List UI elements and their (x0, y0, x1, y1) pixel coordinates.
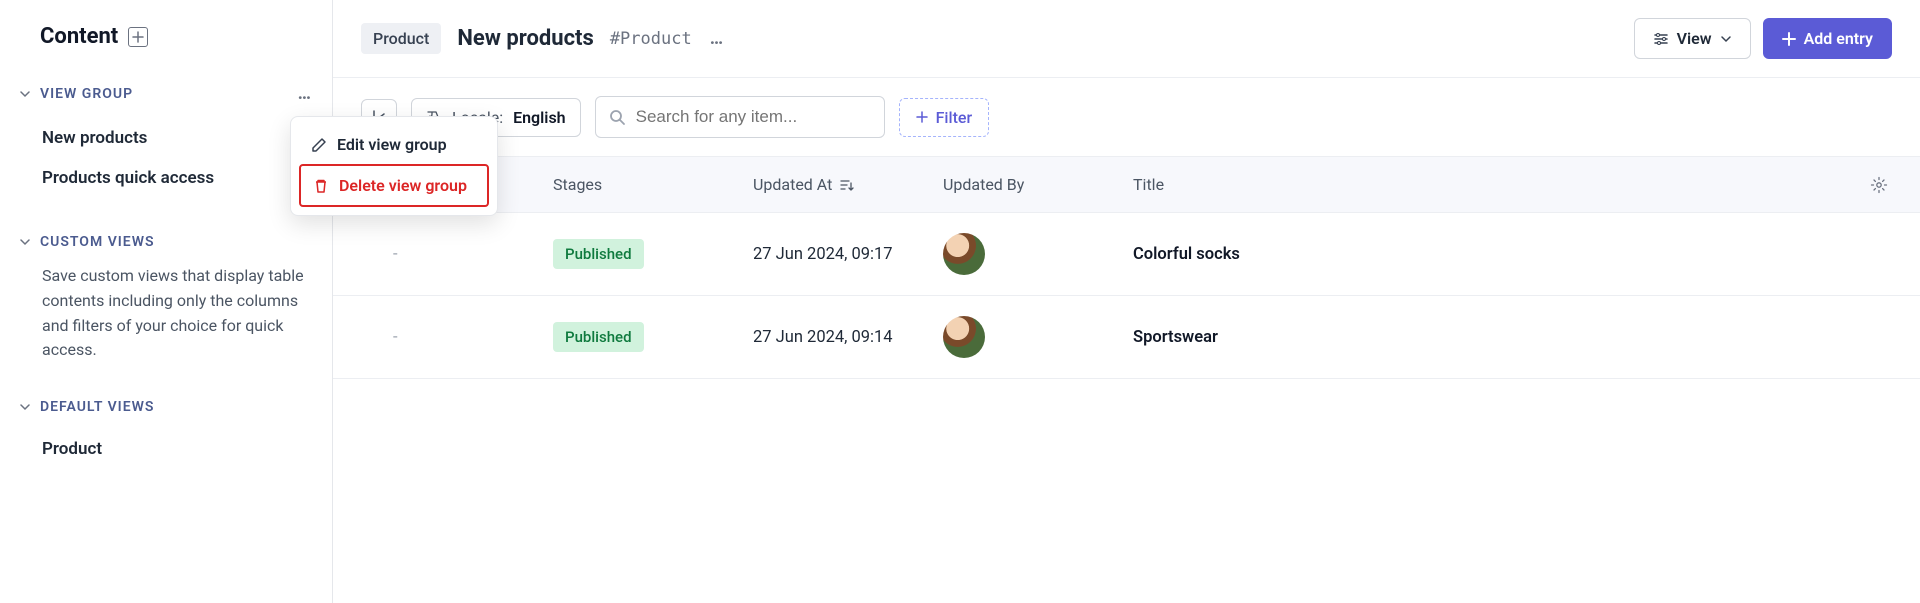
sidebar-item-new-products[interactable]: New products (20, 118, 312, 158)
section-heading-label: CUSTOM VIEWS (40, 234, 155, 250)
page-title: New products (457, 26, 593, 51)
view-label: View (1677, 29, 1712, 48)
toolbar: Locale: English Filter (333, 78, 1920, 156)
model-hash: #Product (610, 29, 692, 49)
sliders-icon (1653, 31, 1669, 47)
search-icon (608, 108, 626, 126)
section-heading-view-group[interactable]: VIEW GROUP … (20, 83, 312, 104)
sidebar-item-products-quick-access[interactable]: Products quick access (20, 158, 312, 198)
view-group-more-icon[interactable]: … (298, 83, 312, 104)
section-heading-default-views[interactable]: DEFAULT VIEWS (20, 399, 312, 415)
cell-updated-by (943, 316, 1133, 358)
table-row[interactable]: - Published 27 Jun 2024, 09:14 Sportswea… (333, 296, 1920, 379)
cell-updated-at: 27 Jun 2024, 09:17 (753, 245, 943, 264)
avatar (943, 316, 985, 358)
custom-views-section: CUSTOM VIEWS Save custom views that disp… (20, 234, 312, 363)
cell-stage: Published (553, 322, 753, 352)
add-entry-label: Add entry (1804, 29, 1873, 48)
cell-id: - (333, 245, 553, 264)
table-row[interactable]: - Published 27 Jun 2024, 09:17 Colorful … (333, 213, 1920, 296)
sidebar-title: Content (40, 24, 118, 49)
topbar: Product New products #Product … View Add… (333, 0, 1920, 78)
custom-views-description: Save custom views that display table con… (20, 264, 312, 363)
view-dropdown[interactable]: View (1634, 18, 1751, 59)
model-chip[interactable]: Product (361, 23, 441, 54)
sidebar-header: Content (20, 24, 312, 49)
add-content-button[interactable] (128, 27, 148, 47)
search-box[interactable] (595, 96, 885, 138)
search-input[interactable] (636, 107, 872, 127)
section-heading-label: VIEW GROUP (40, 86, 133, 102)
edit-view-group-button[interactable]: Edit view group (299, 125, 489, 164)
col-updated-at-label: Updated At (753, 175, 832, 194)
chevron-down-icon (20, 89, 32, 99)
col-stages[interactable]: Stages (553, 175, 753, 194)
pencil-icon (311, 137, 327, 153)
chevron-down-icon (20, 237, 32, 247)
chevron-down-icon (20, 402, 32, 412)
sort-desc-icon (838, 177, 854, 193)
locale-value: English (513, 108, 566, 127)
col-updated-by[interactable]: Updated By (943, 175, 1133, 194)
default-views-section: DEFAULT VIEWS Product (20, 399, 312, 469)
view-group-section: VIEW GROUP … New products Products quick… (20, 83, 312, 198)
cell-stage: Published (553, 239, 753, 269)
table-settings-button[interactable] (1870, 176, 1920, 194)
section-heading-label: DEFAULT VIEWS (40, 399, 154, 415)
col-updated-at[interactable]: Updated At (753, 175, 943, 194)
cell-updated-at: 27 Jun 2024, 09:14 (753, 328, 943, 347)
sidebar: Content VIEW GROUP … New products Produc… (0, 0, 333, 603)
cell-title: Sportswear (1133, 328, 1870, 347)
plus-icon (916, 111, 928, 123)
cell-updated-by (943, 233, 1133, 275)
page-more-icon[interactable]: … (710, 28, 724, 49)
cell-id: - (333, 328, 553, 347)
table-header: ID Stages Updated At Updated By Title (333, 156, 1920, 213)
stage-badge: Published (553, 239, 644, 269)
edit-label: Edit view group (337, 135, 447, 154)
cell-title: Colorful socks (1133, 245, 1870, 264)
delete-view-group-button[interactable]: Delete view group (299, 164, 489, 207)
trash-icon (313, 178, 329, 194)
filter-label: Filter (936, 108, 973, 127)
view-group-context-menu: Edit view group Delete view group (290, 116, 498, 216)
main: Product New products #Product … View Add… (333, 0, 1920, 603)
chevron-down-icon (1720, 33, 1732, 45)
sidebar-item-product[interactable]: Product (20, 429, 312, 469)
stage-badge: Published (553, 322, 644, 352)
section-heading-custom-views[interactable]: CUSTOM VIEWS (20, 234, 312, 250)
delete-label: Delete view group (339, 176, 467, 195)
add-filter-button[interactable]: Filter (899, 98, 990, 137)
col-title[interactable]: Title (1133, 175, 1870, 194)
add-entry-button[interactable]: Add entry (1763, 18, 1892, 59)
avatar (943, 233, 985, 275)
plus-icon (1782, 32, 1796, 46)
